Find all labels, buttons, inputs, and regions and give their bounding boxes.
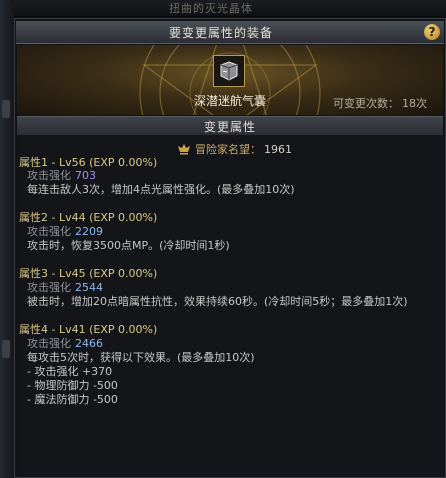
fame-value: 1961: [264, 143, 292, 156]
help-button[interactable]: ?: [424, 24, 440, 40]
attribute-2-title: 属性2 - Lv44 (EXP 0.00%): [19, 211, 158, 224]
fame-label: 冒险家名望：: [195, 143, 261, 156]
fame-emblem-icon: [178, 144, 190, 155]
attribute-2-stat-value: 2209: [75, 225, 103, 238]
attribute-1-effect: 每连击敌人3次，增加4点光属性强化。(最多叠加10次): [27, 183, 295, 196]
background-top-text: 扭曲的灭光晶体: [169, 2, 253, 15]
attribute-2-stat-name: 攻击强化: [27, 225, 71, 238]
attribute-4-stat-value: 2466: [75, 337, 103, 350]
attribute-3-stat: 攻击强化 2544: [27, 281, 103, 294]
background-bar: [2, 340, 10, 358]
attribute-1-stat-value: 703: [75, 169, 96, 182]
attribute-1-stat: 攻击强化 703: [27, 169, 96, 182]
attribute-4-effect-sub-magic-defense: - 魔法防御力 -500: [27, 393, 118, 406]
attribute-4-effect-sub-physical-defense: - 物理防御力 -500: [27, 379, 118, 392]
attribute-4-stat-name: 攻击强化: [27, 337, 71, 350]
attribute-1-title: 属性1 - Lv56 (EXP 0.00%): [19, 156, 158, 169]
background-left-strip: [0, 0, 14, 478]
remaining-changes-label: 可变更次数：: [333, 97, 399, 110]
attribute-4-title: 属性4 - Lv41 (EXP 0.00%): [19, 323, 158, 336]
equipment-slot[interactable]: [213, 55, 245, 87]
attribute-3-effect: 被击时，增加20点暗属性抗性，效果持续60秒。(冷却时间5秒；最多叠加1次): [27, 295, 408, 308]
attribute-3-title: 属性3 - Lv45 (EXP 0.00%): [19, 267, 158, 280]
adventurer-fame: 冒险家名望： 1961: [177, 141, 292, 157]
background-bar: [2, 100, 10, 118]
window-title-bar: 要变更属性的装备 ?: [16, 21, 444, 44]
background-top-strip: 扭曲的灭光晶体: [14, 0, 446, 16]
attribute-3-stat-value: 2544: [75, 281, 103, 294]
attribute-2-stat: 攻击强化 2209: [27, 225, 103, 238]
attribute-4-stat: 攻击强化 2466: [27, 337, 103, 350]
air-bag-icon: [220, 61, 238, 81]
attribute-list: 冒险家名望： 1961 属性1 - Lv56 (EXP 0.00%) 攻击强化 70…: [17, 135, 443, 477]
remaining-changes: 可变更次数： 18次: [333, 95, 427, 111]
equipment-panel: 深潜迷航气囊 可变更次数： 18次: [17, 45, 443, 115]
attribute-3-stat-name: 攻击强化: [27, 281, 71, 294]
remaining-changes-value: 18次: [402, 97, 427, 110]
attribute-4-effect: 每攻击5次时，获得以下效果。(最多叠加10次): [27, 351, 255, 364]
change-attribute-window: 要变更属性的装备 ? 深潜迷航气囊 可变更次数： 18次 变更属性 冒险家名望：…: [14, 18, 446, 478]
attribute-2-effect: 攻击时，恢复3500点MP。(冷却时间1秒): [27, 239, 230, 252]
attribute-4-effect-sub-attack: - 攻击强化 +370: [27, 365, 113, 378]
change-attribute-section-header: 变更属性: [17, 116, 443, 136]
attribute-1-stat-name: 攻击强化: [27, 169, 71, 182]
window-title: 要变更属性的装备: [168, 26, 273, 40]
section-title: 变更属性: [203, 120, 256, 134]
